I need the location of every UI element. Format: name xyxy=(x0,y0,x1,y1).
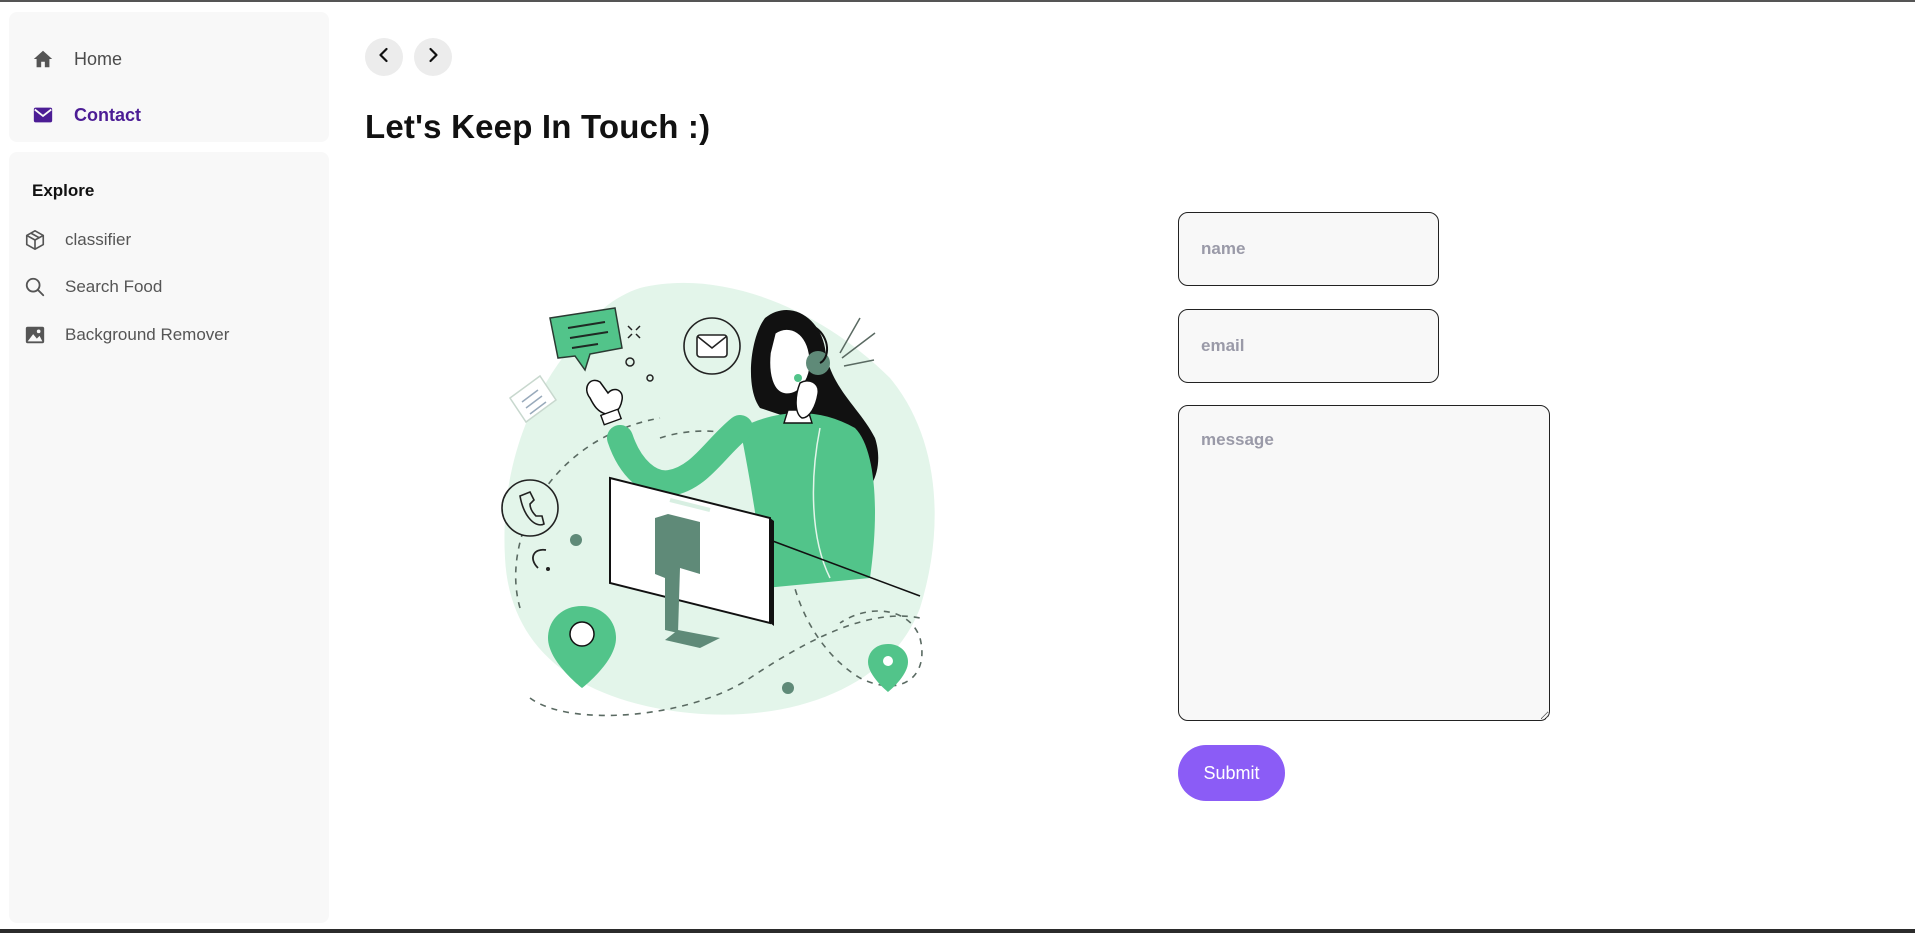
forward-button[interactable] xyxy=(414,38,452,76)
explore-item-label: Search Food xyxy=(65,277,163,296)
search-icon xyxy=(23,275,47,299)
message-field[interactable] xyxy=(1178,405,1550,721)
explore-item-background-remover[interactable]: Background Remover xyxy=(23,323,229,347)
back-button[interactable] xyxy=(365,38,403,76)
home-icon xyxy=(31,47,55,71)
explore-item-search-food[interactable]: Search Food xyxy=(23,275,162,299)
explore-card: Explore classifier Search Food Backgroun… xyxy=(9,152,329,923)
explore-item-classifier[interactable]: classifier xyxy=(23,228,131,252)
nav-item-home[interactable]: Home xyxy=(31,47,122,71)
nav-item-label: Home xyxy=(74,48,123,69)
nav-item-contact[interactable]: Contact xyxy=(31,103,141,127)
cube-icon xyxy=(23,228,47,252)
explore-heading: Explore xyxy=(32,181,95,200)
explore-item-label: Background Remover xyxy=(65,325,230,344)
page-title: Let's Keep In Touch :) xyxy=(365,108,711,145)
window-top-border xyxy=(0,0,1915,2)
contact-illustration xyxy=(501,282,935,717)
chevron-left-icon xyxy=(376,47,392,68)
explore-item-label: classifier xyxy=(65,230,132,249)
window-bottom-bar xyxy=(0,929,1915,933)
submit-button[interactable]: Submit xyxy=(1178,745,1285,801)
mail-icon xyxy=(31,103,55,127)
nav-card: Home Contact xyxy=(9,12,329,142)
chevron-right-icon xyxy=(425,47,441,68)
nav-item-label: Contact xyxy=(74,104,141,125)
name-field[interactable] xyxy=(1178,212,1439,286)
email-field[interactable] xyxy=(1178,309,1439,383)
image-icon xyxy=(23,323,47,347)
